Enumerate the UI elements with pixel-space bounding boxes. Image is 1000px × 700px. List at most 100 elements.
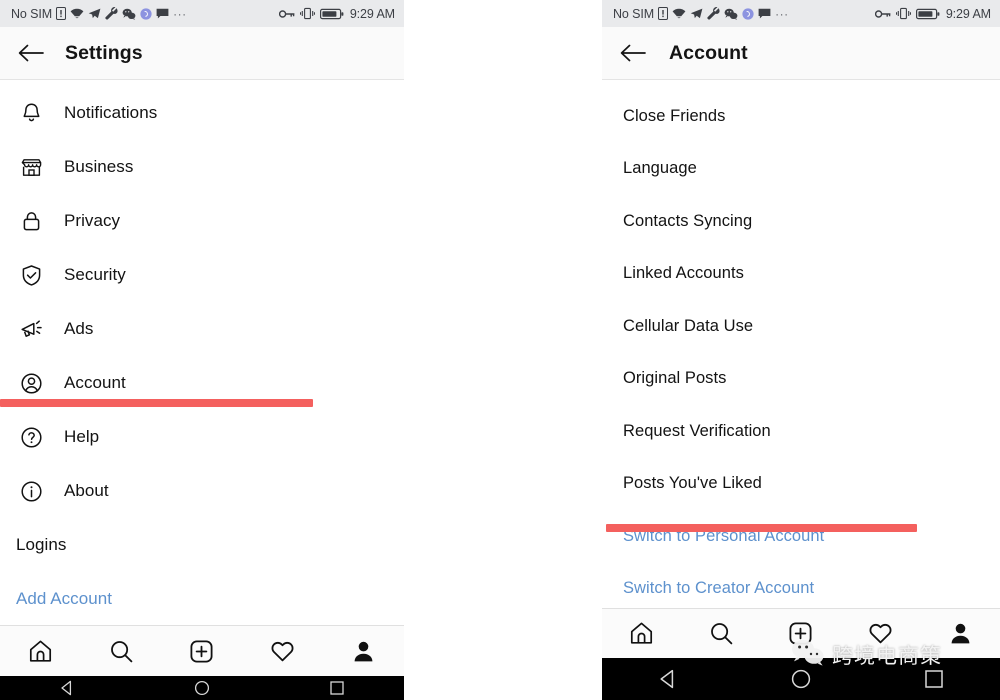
home-circle-icon[interactable]	[771, 658, 831, 700]
list-item-request-verification[interactable]: Request Verification	[602, 405, 1000, 458]
profile-icon[interactable]	[335, 626, 393, 676]
phone-screen-account: No SIM ··· 9:29 AM Account Close Friends…	[602, 0, 1000, 700]
battery-icon	[915, 8, 940, 20]
vibrate-icon	[895, 7, 911, 20]
phone-screen-settings: No SIM ··· 9:29 AM Settings Notification…	[0, 0, 404, 700]
account-circle-icon	[16, 368, 46, 398]
sidebar-item-label: Add Account	[16, 589, 113, 608]
sim-alert-icon	[658, 7, 669, 20]
wrench-icon	[707, 7, 720, 20]
message-icon	[156, 8, 169, 20]
bottom-tabbar-right	[602, 608, 1000, 658]
home-circle-icon[interactable]	[172, 676, 232, 700]
sidebar-item-label: Notifications	[64, 103, 158, 122]
sidebar-item-label: Security	[64, 265, 126, 284]
message-icon	[758, 8, 771, 20]
sidebar-item-security[interactable]: Security	[0, 248, 404, 302]
heart-icon[interactable]	[852, 609, 910, 658]
list-item-label: Request Verification	[623, 421, 771, 440]
bottom-tabbar-left	[0, 625, 404, 676]
sidebar-item-business[interactable]: Business	[0, 140, 404, 194]
status-bar-right-group: 9:29 AM	[874, 6, 991, 21]
list-item-label: Switch to Creator Account	[623, 579, 815, 598]
sidebar-item-privacy[interactable]: Privacy	[0, 194, 404, 248]
sidebar-item-label: Help	[64, 427, 100, 446]
back-arrow-icon[interactable]	[15, 38, 45, 68]
add-post-icon[interactable]	[772, 609, 830, 658]
status-bar-left-group: No SIM ···	[11, 7, 187, 21]
list-item-label: Close Friends	[623, 106, 726, 125]
wifi-icon	[672, 8, 686, 20]
sim-alert-icon	[56, 7, 67, 20]
vpn-key-icon	[874, 9, 891, 19]
wrench-icon	[105, 7, 118, 20]
heart-icon[interactable]	[254, 626, 312, 676]
back-arrow-icon[interactable]	[617, 38, 647, 68]
sidebar-item-ads[interactable]: Ads	[0, 302, 404, 356]
back-triangle-icon[interactable]	[37, 676, 97, 700]
list-item-label: Original Posts	[623, 369, 727, 388]
shield-check-icon	[16, 260, 46, 290]
status-bar-clock: 9:29 AM	[945, 6, 991, 21]
list-item-language[interactable]: Language	[602, 143, 1000, 196]
sidebar-item-help[interactable]: Help	[0, 410, 404, 464]
telegram-icon	[88, 8, 101, 20]
wechat-icon	[122, 8, 136, 20]
highlight-underline-account	[0, 399, 313, 407]
list-item-close-friends[interactable]: Close Friends	[602, 90, 1000, 143]
app-circle-icon	[742, 7, 754, 20]
wechat-icon	[724, 8, 738, 20]
add-post-icon[interactable]	[173, 626, 231, 676]
wifi-icon	[70, 8, 84, 20]
account-menu-list: Close Friends Language Contacts Syncing …	[602, 80, 1000, 615]
battery-icon	[319, 8, 344, 20]
status-bar-clock: 9:29 AM	[349, 6, 395, 21]
settings-menu-list: Notifications Business Privacy Security	[0, 80, 404, 626]
android-navbar-left	[0, 676, 404, 700]
sidebar-section-label: Logins	[16, 535, 67, 554]
list-item-linked-accounts[interactable]: Linked Accounts	[602, 248, 1000, 301]
list-item-label: Linked Accounts	[623, 264, 744, 283]
lock-icon	[16, 206, 46, 236]
vpn-key-icon	[278, 9, 295, 19]
megaphone-icon	[16, 314, 46, 344]
profile-icon[interactable]	[931, 609, 989, 658]
list-item-label: Contacts Syncing	[623, 211, 753, 230]
help-circle-icon	[16, 422, 46, 452]
list-item-switch-to-personal-account[interactable]: Switch to Personal Account	[602, 510, 1000, 563]
status-bar-right-group: 9:29 AM	[278, 6, 395, 21]
search-icon[interactable]	[692, 609, 750, 658]
sidebar-item-add-account[interactable]: Add Account	[0, 572, 404, 626]
overflow-dots-icon: ···	[173, 6, 187, 21]
app-circle-icon	[140, 7, 152, 20]
list-item-cellular-data-use[interactable]: Cellular Data Use	[602, 300, 1000, 353]
carrier-label: No SIM	[613, 6, 655, 21]
home-icon[interactable]	[11, 626, 69, 676]
recents-square-icon[interactable]	[904, 658, 964, 700]
list-item-label: Cellular Data Use	[623, 316, 754, 335]
home-icon[interactable]	[613, 609, 671, 658]
back-triangle-icon[interactable]	[638, 658, 698, 700]
bell-icon	[16, 98, 46, 128]
list-item-label: Posts You've Liked	[623, 474, 762, 493]
telegram-icon	[690, 8, 703, 20]
list-item-posts-youve-liked[interactable]: Posts You've Liked	[602, 458, 1000, 511]
sidebar-item-label: Account	[64, 373, 126, 392]
list-item-original-posts[interactable]: Original Posts	[602, 353, 1000, 406]
sidebar-item-label: Ads	[64, 319, 94, 338]
sidebar-item-about[interactable]: About	[0, 464, 404, 518]
list-item-contacts-syncing[interactable]: Contacts Syncing	[602, 195, 1000, 248]
android-navbar-right	[602, 658, 1000, 700]
sidebar-item-label: Business	[64, 157, 134, 176]
app-header-settings: Settings	[0, 27, 404, 80]
screenshot-root: No SIM ··· 9:29 AM Settings Notification…	[0, 0, 1000, 700]
sidebar-item-label: About	[64, 481, 109, 500]
page-title: Settings	[65, 41, 143, 64]
recents-square-icon[interactable]	[307, 676, 367, 700]
app-header-account: Account	[602, 27, 1000, 80]
vibrate-icon	[299, 7, 315, 20]
store-icon	[16, 152, 46, 182]
sidebar-item-label: Privacy	[64, 211, 121, 230]
search-icon[interactable]	[92, 626, 150, 676]
sidebar-item-notifications[interactable]: Notifications	[0, 86, 404, 140]
